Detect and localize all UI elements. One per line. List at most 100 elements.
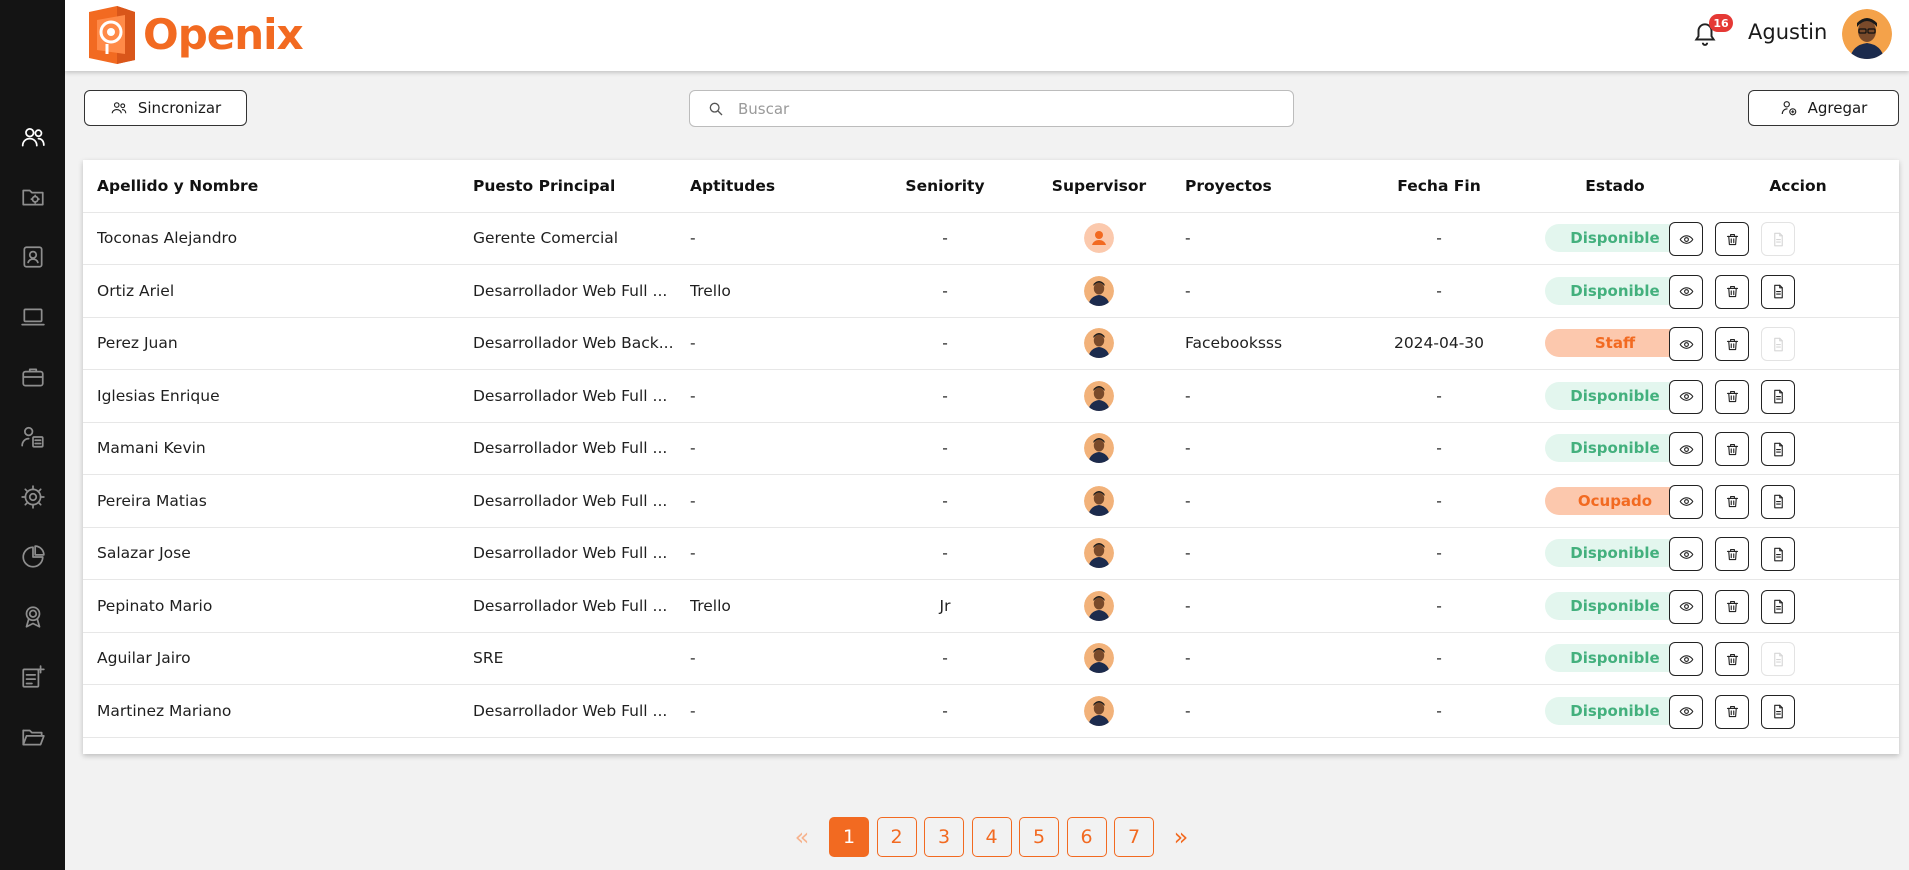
delete-button[interactable] xyxy=(1715,642,1749,676)
table-row[interactable]: Aguilar Jairo SRE - - - - Disponible xyxy=(83,633,1899,685)
document-button[interactable] xyxy=(1761,589,1795,624)
search-input[interactable] xyxy=(738,99,1278,118)
status-badge: Staff xyxy=(1545,329,1685,358)
view-button[interactable] xyxy=(1669,327,1703,361)
supervisor-avatar xyxy=(1084,643,1114,674)
cell-fecha-fin: - xyxy=(1436,491,1442,510)
document-button[interactable] xyxy=(1761,694,1795,729)
page-button[interactable]: 4 xyxy=(971,817,1012,857)
page-button[interactable]: 6 xyxy=(1066,817,1107,857)
cell-seniority: - xyxy=(942,229,948,248)
sidebar-item-laptop[interactable] xyxy=(18,302,48,332)
view-button[interactable] xyxy=(1669,484,1703,519)
document-button[interactable] xyxy=(1761,642,1795,676)
document-button[interactable] xyxy=(1761,432,1795,466)
cell-supervisor xyxy=(1019,580,1179,632)
add-button[interactable]: Agregar xyxy=(1748,90,1899,126)
cell-name: Toconas Alejandro xyxy=(97,229,238,248)
cell-aptitudes: - xyxy=(690,229,696,248)
prev-page-button[interactable]: « xyxy=(787,817,817,857)
delete-button[interactable] xyxy=(1715,694,1749,729)
delete-button[interactable] xyxy=(1715,379,1749,414)
document-button[interactable] xyxy=(1761,379,1795,414)
page-button[interactable]: 5 xyxy=(1019,817,1059,857)
column-header: Supervisor xyxy=(1051,176,1147,195)
view-button[interactable] xyxy=(1669,379,1703,414)
cell-fecha-fin: - xyxy=(1436,701,1442,720)
view-button[interactable] xyxy=(1669,222,1703,256)
eye-icon xyxy=(1679,392,1693,401)
page-button[interactable]: 1 xyxy=(829,817,869,857)
sync-button[interactable]: Sincronizar xyxy=(84,90,247,126)
table-row[interactable]: Mamani Kevin Desarrollador Web Full ... - -… xyxy=(83,423,1899,475)
supervisor-photo-icon xyxy=(1084,695,1114,726)
cell-name: Mamani Kevin xyxy=(97,439,206,458)
view-button[interactable] xyxy=(1669,274,1703,309)
document-button[interactable] xyxy=(1761,222,1795,256)
document-button[interactable] xyxy=(1761,484,1795,519)
cell-puesto: Desarrollador Web Back... xyxy=(473,334,674,353)
page-button[interactable]: 2 xyxy=(876,817,917,857)
search-box[interactable] xyxy=(689,90,1294,127)
document-icon xyxy=(1773,232,1783,246)
sidebar-item-folder-gear[interactable] xyxy=(18,182,48,212)
sidebar-item-folder-open[interactable] xyxy=(18,722,48,752)
page-button[interactable]: 7 xyxy=(1114,817,1154,857)
table-row[interactable]: Martinez Mariano Desarrollador Web Full .… xyxy=(83,685,1899,738)
view-button[interactable] xyxy=(1669,432,1703,466)
cell-puesto: SRE xyxy=(473,649,504,668)
sidebar-item-briefcase[interactable] xyxy=(18,362,48,392)
logo-text: Openix xyxy=(143,9,304,59)
add-user-icon xyxy=(1781,101,1796,116)
delete-button[interactable] xyxy=(1715,327,1749,361)
notification-badge: 16 xyxy=(1709,14,1733,32)
sidebar-item-id-card[interactable] xyxy=(18,242,48,272)
document-button[interactable] xyxy=(1761,537,1795,571)
cell-fecha-fin: - xyxy=(1436,544,1442,563)
cell-puesto: Desarrollador Web Full ... xyxy=(473,386,668,405)
cell-proyectos: - xyxy=(1185,649,1191,668)
document-button[interactable] xyxy=(1761,274,1795,309)
users-sync-icon xyxy=(111,102,127,114)
view-button[interactable] xyxy=(1669,642,1703,676)
delete-button[interactable] xyxy=(1715,274,1749,309)
delete-button[interactable] xyxy=(1715,484,1749,519)
sidebar-item-note-add[interactable] xyxy=(18,662,48,692)
search-icon xyxy=(709,102,723,115)
cell-seniority: - xyxy=(942,701,948,720)
supervisor-avatar xyxy=(1084,485,1114,516)
eye-icon xyxy=(1679,444,1693,454)
table-row[interactable]: Pepinato Mario Desarrollador Web Full ...… xyxy=(83,580,1899,633)
table-row[interactable]: Salazar Jose Desarrollador Web Full ... - -… xyxy=(83,528,1899,580)
trash-icon xyxy=(1726,233,1738,245)
view-button[interactable] xyxy=(1669,694,1703,729)
cell-puesto: Desarrollador Web Full ... xyxy=(473,439,668,458)
supervisor-photo-icon xyxy=(1084,590,1114,621)
app-logo[interactable]: Openix xyxy=(85,2,304,66)
view-button[interactable] xyxy=(1669,589,1703,624)
delete-button[interactable] xyxy=(1715,432,1749,466)
sidebar-item-pie-chart[interactable] xyxy=(18,542,48,572)
table-row[interactable]: Iglesias Enrique Desarrollador Web Full .… xyxy=(83,370,1899,423)
cell-proyectos: - xyxy=(1185,281,1191,300)
view-button[interactable] xyxy=(1669,537,1703,571)
delete-button[interactable] xyxy=(1715,222,1749,256)
page-button[interactable]: 3 xyxy=(924,817,964,857)
delete-button[interactable] xyxy=(1715,537,1749,571)
table-row[interactable]: Toconas Alejandro Gerente Comercial - - - - Di… xyxy=(83,213,1899,265)
sidebar-item-award[interactable] xyxy=(18,602,48,632)
sidebar-item-users[interactable] xyxy=(18,122,48,152)
cell-aptitudes: - xyxy=(690,386,696,405)
user-avatar[interactable] xyxy=(1842,9,1892,59)
table-row[interactable]: Ortiz Ariel Desarrollador Web Full ... Tre… xyxy=(83,265,1899,318)
sidebar-item-user-list[interactable] xyxy=(18,422,48,452)
table-row[interactable]: Perez Juan Desarrollador Web Back... - - Fac… xyxy=(83,318,1899,370)
trash-icon xyxy=(1726,653,1738,665)
next-page-button[interactable]: » xyxy=(1166,817,1196,857)
document-button[interactable] xyxy=(1761,327,1795,361)
supervisor-avatar xyxy=(1084,275,1114,306)
delete-button[interactable] xyxy=(1715,589,1749,624)
table-row[interactable]: Pereira Matias Desarrollador Web Full ...… xyxy=(83,475,1899,528)
sidebar-item-gear[interactable] xyxy=(18,482,48,512)
eye-icon xyxy=(1679,287,1693,296)
